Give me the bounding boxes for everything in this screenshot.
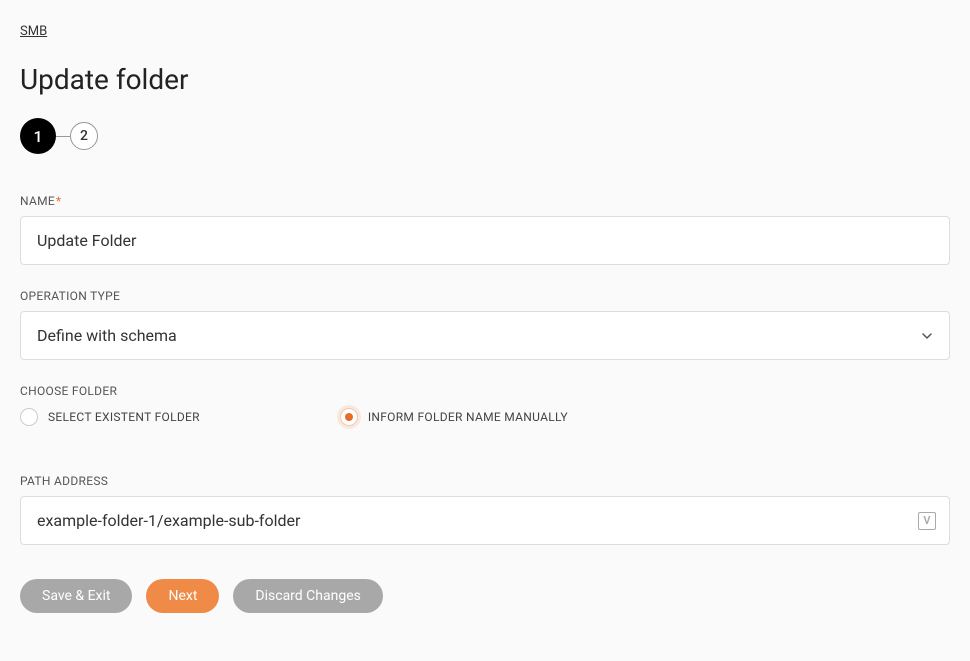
variable-insert-icon[interactable]: V: [918, 512, 936, 530]
radio-dot-icon: [345, 413, 353, 421]
button-row: Save & Exit Next Discard Changes: [20, 579, 950, 613]
field-choose-folder: CHOOSE FOLDER SELECT EXISTENT FOLDER INF…: [20, 384, 950, 426]
choose-folder-label: CHOOSE FOLDER: [20, 384, 950, 398]
radio-label-inform-manually: INFORM FOLDER NAME MANUALLY: [368, 410, 568, 424]
next-button[interactable]: Next: [146, 579, 219, 613]
page-title: Update folder: [20, 63, 950, 96]
path-address-input[interactable]: [20, 496, 950, 545]
radio-select-existent-folder[interactable]: SELECT EXISTENT FOLDER: [20, 408, 200, 426]
operation-type-label: OPERATION TYPE: [20, 289, 950, 303]
radio-inform-manually[interactable]: INFORM FOLDER NAME MANUALLY: [340, 408, 568, 426]
path-address-label: PATH ADDRESS: [20, 474, 950, 488]
breadcrumb-smb[interactable]: SMB: [20, 24, 47, 39]
stepper: 1 2: [20, 118, 950, 154]
name-label: NAME*: [20, 194, 950, 208]
name-input[interactable]: [20, 216, 950, 265]
save-exit-button[interactable]: Save & Exit: [20, 579, 132, 613]
field-operation-type: OPERATION TYPE Define with schema: [20, 289, 950, 360]
radio-circle-selected-icon: [340, 408, 358, 426]
field-path-address: PATH ADDRESS V: [20, 474, 950, 545]
operation-type-value: Define with schema: [37, 326, 177, 345]
radio-circle-icon: [20, 408, 38, 426]
step-1[interactable]: 1: [20, 118, 56, 154]
name-label-text: NAME: [20, 194, 55, 208]
field-name: NAME*: [20, 194, 950, 265]
operation-type-select[interactable]: Define with schema: [20, 311, 950, 360]
step-2[interactable]: 2: [70, 122, 98, 150]
chevron-down-icon: [921, 330, 933, 342]
radio-label-select-existent: SELECT EXISTENT FOLDER: [48, 410, 200, 424]
step-connector: [56, 136, 70, 137]
required-star-icon: *: [56, 194, 61, 208]
discard-changes-button[interactable]: Discard Changes: [233, 579, 382, 613]
